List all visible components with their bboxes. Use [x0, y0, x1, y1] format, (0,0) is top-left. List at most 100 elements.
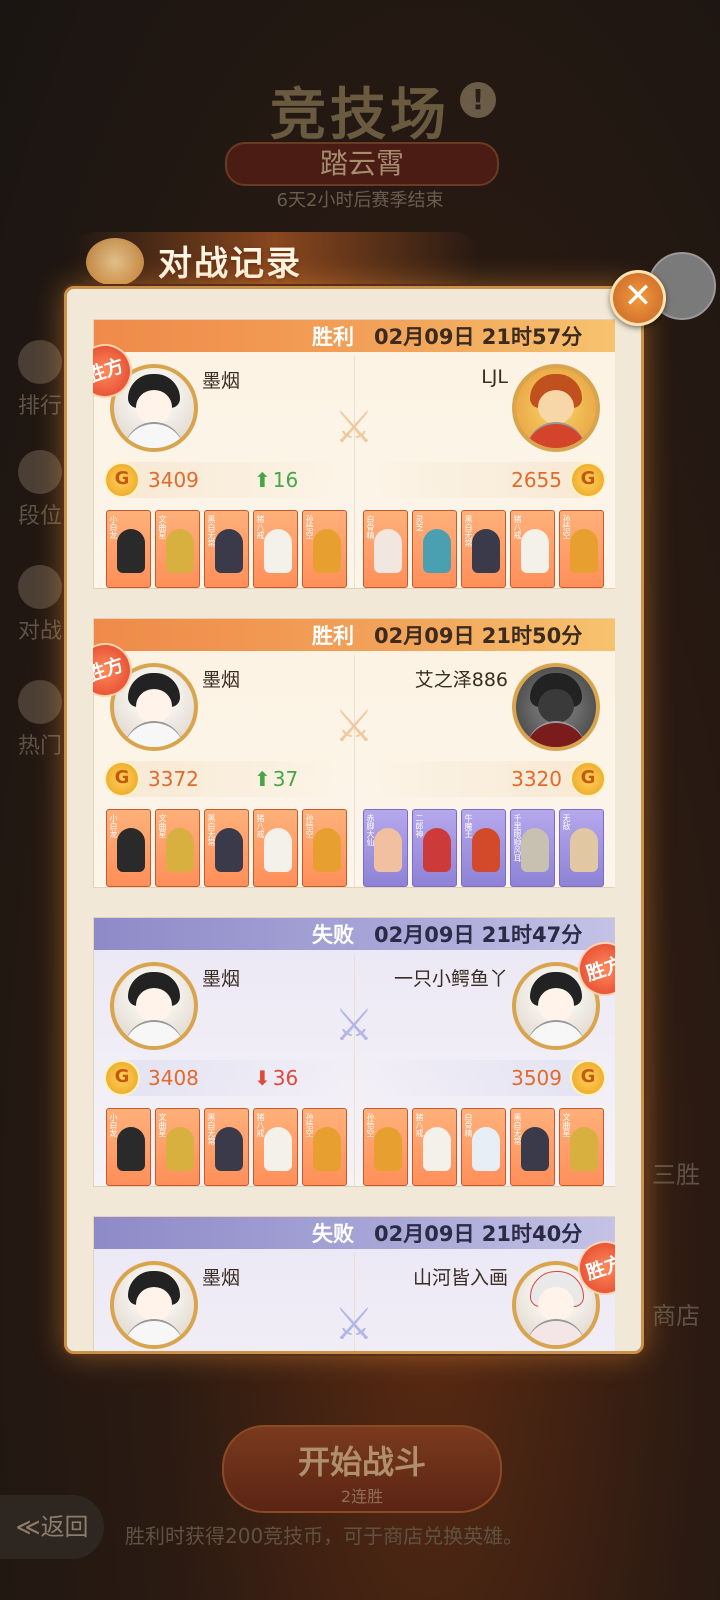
hero-portrait	[215, 828, 243, 872]
side-menu-ranking[interactable]: 排行	[8, 340, 72, 420]
arrow-down-icon: ⬇	[254, 1066, 271, 1090]
shop-label[interactable]: 商店	[652, 1296, 700, 1331]
right-player-avatar[interactable]	[512, 663, 600, 751]
avatar-robe	[526, 1319, 586, 1345]
avatar-face	[538, 1287, 574, 1321]
record-result: 失败	[312, 1222, 354, 1246]
hero-card[interactable]: 猪八戒	[253, 809, 298, 887]
right-team: 孙悟空 猪八戒 白骨精 黑白无常 文曲星	[363, 1108, 604, 1186]
hero-portrait	[215, 1127, 243, 1171]
hero-portrait	[423, 828, 451, 872]
hero-card[interactable]: 猪八戒	[253, 1108, 298, 1186]
record-card[interactable]: 胜利 02月09日 21时50分 胜方 墨烟 G 3372 ⬆ 37 小白龙 文曲星 黑白无常 猪八戒…	[93, 618, 615, 888]
coin-icon: G	[570, 761, 606, 797]
hero-name: 小白龙	[109, 814, 118, 838]
coin-icon: G	[570, 462, 606, 498]
hero-card[interactable]: 孙悟空	[302, 809, 347, 887]
record-card[interactable]: 胜利 02月09日 21时57分 胜方 墨烟 G 3409 ⬆ 16 小白龙 文曲星 黑白无常 猪八戒…	[93, 319, 615, 589]
avatar-robe	[124, 1319, 184, 1345]
coin-icon: G	[570, 1060, 606, 1096]
hero-name: 二郎神	[415, 814, 424, 838]
score-change: ⬇ 36	[254, 1060, 298, 1096]
hero-card[interactable]: 千里眼顺风耳	[510, 809, 555, 887]
hero-card[interactable]: 孙悟空	[363, 1108, 408, 1186]
hero-portrait	[166, 529, 194, 573]
hero-card[interactable]: 黑白无常	[461, 510, 506, 588]
side-menu-battle[interactable]: 对战	[8, 565, 72, 645]
hero-card[interactable]: 小白龙	[106, 809, 151, 887]
hero-card[interactable]: 小白龙	[106, 510, 151, 588]
hero-card[interactable]: 文曲星	[559, 1108, 604, 1186]
exclamation-icon[interactable]: !	[460, 82, 496, 118]
hero-card[interactable]: 黑白无常	[204, 1108, 249, 1186]
left-player-name: 墨烟	[202, 370, 241, 392]
hero-card[interactable]: 文曲星	[155, 1108, 200, 1186]
hero-name: 猪八戒	[415, 1113, 424, 1137]
record-card[interactable]: 失败 02月09日 21时47分 墨烟 G 3408 ⬇ 36 小白龙 文曲星 黑白无常 猪八戒 孙悟…	[93, 917, 615, 1187]
hero-card[interactable]: 孙悟空	[302, 1108, 347, 1186]
hero-name: 白骨精	[464, 1113, 473, 1137]
hero-portrait	[117, 529, 145, 573]
record-time: 02月09日 21时47分	[374, 923, 583, 947]
hero-portrait	[423, 1127, 451, 1171]
left-score: 3409	[148, 468, 199, 492]
close-icon[interactable]: ✕	[610, 270, 666, 326]
hero-card[interactable]: 猪八戒	[412, 1108, 457, 1186]
hero-card[interactable]: 文曲星	[155, 809, 200, 887]
win-streak-label: 2连胜	[340, 1487, 384, 1506]
hero-card[interactable]: 白骨精	[363, 510, 408, 588]
left-player-avatar[interactable]	[110, 962, 198, 1050]
hero-name: 小白龙	[109, 515, 118, 539]
hero-card[interactable]: 黑白无常	[204, 510, 249, 588]
start-battle-button[interactable]: 开始战斗 2连胜	[222, 1425, 502, 1513]
avatar-robe	[124, 721, 184, 747]
right-player-avatar[interactable]	[512, 364, 600, 452]
hot-icon	[18, 680, 62, 724]
avatar-robe	[526, 422, 586, 448]
hero-portrait	[117, 1127, 145, 1171]
left-score: 3408	[148, 1066, 199, 1090]
hero-card[interactable]: 黑白无常	[510, 1108, 555, 1186]
hero-card[interactable]: 赤脚大仙	[363, 809, 408, 887]
avatar-face	[136, 689, 172, 723]
hero-card[interactable]: 二郎神	[412, 809, 457, 887]
score-change: ⬆ 37	[254, 761, 298, 797]
record-card[interactable]: 失败 02月09日 21时40分 墨烟 胜方 山河皆入画 ⚔	[93, 1216, 615, 1351]
hero-card[interactable]: 灵芝	[412, 510, 457, 588]
hero-card[interactable]: 猪八戒	[510, 510, 555, 588]
hero-portrait	[313, 1127, 341, 1171]
back-button[interactable]: ≪返回	[0, 1495, 104, 1559]
record-time: 02月09日 21时50分	[374, 624, 583, 648]
side-menu-hot[interactable]: 热门	[8, 680, 72, 760]
right-player-name: LJL	[481, 366, 508, 388]
hero-name: 孙悟空	[305, 515, 314, 539]
coin-icon: G	[104, 1060, 140, 1096]
hero-portrait	[313, 828, 341, 872]
coin-icon: G	[104, 761, 140, 797]
record-time: 02月09日 21时57分	[374, 325, 583, 349]
hero-portrait	[472, 529, 500, 573]
hero-name: 牛魔王	[464, 814, 473, 838]
hero-card[interactable]: 黑白无常	[204, 809, 249, 887]
left-player-avatar[interactable]	[110, 1261, 198, 1349]
crossed-swords-icon: ⚔	[334, 701, 374, 752]
record-header: 失败 02月09日 21时47分	[94, 918, 615, 950]
hero-name: 小白龙	[109, 1113, 118, 1137]
hero-card[interactable]: 孙悟空	[559, 510, 604, 588]
hero-portrait	[264, 1127, 292, 1171]
hero-card[interactable]: 牛魔王	[461, 809, 506, 887]
hero-card[interactable]: 文曲星	[155, 510, 200, 588]
hero-portrait	[374, 529, 402, 573]
hero-card[interactable]: 无敌	[559, 809, 604, 887]
hero-card[interactable]: 孙悟空	[302, 510, 347, 588]
hero-portrait	[472, 828, 500, 872]
hero-name: 灵芝	[415, 515, 424, 531]
hero-card[interactable]: 白骨精	[461, 1108, 506, 1186]
arrow-up-icon: ⬆	[254, 468, 271, 492]
hero-card[interactable]: 猪八戒	[253, 510, 298, 588]
record-list[interactable]: 胜利 02月09日 21时57分 胜方 墨烟 G 3409 ⬆ 16 小白龙 文曲星 黑白无常 猪八戒…	[93, 319, 615, 1351]
crossed-swords-icon: ⚔	[334, 1299, 374, 1350]
side-menu-tier[interactable]: 段位	[8, 450, 72, 530]
avatar-robe	[124, 422, 184, 448]
hero-card[interactable]: 小白龙	[106, 1108, 151, 1186]
